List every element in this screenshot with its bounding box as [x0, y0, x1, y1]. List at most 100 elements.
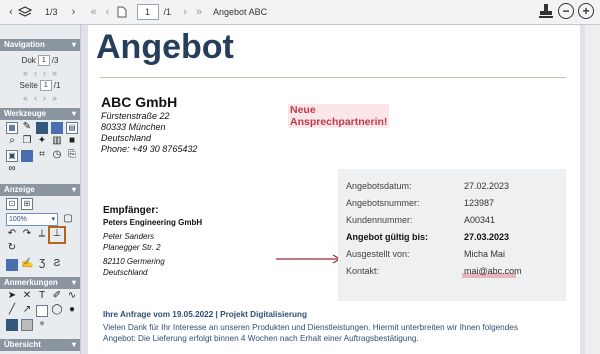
page-total: /1 — [163, 7, 172, 17]
vertical-scrollbar[interactable] — [585, 25, 600, 354]
annotation-arrow[interactable] — [276, 254, 342, 264]
fit-width-icon[interactable]: ⊞ — [21, 198, 33, 210]
last-page-small-icon[interactable]: » — [52, 92, 57, 104]
cursor-icon[interactable]: ➤ — [6, 291, 18, 303]
zoom-out-icon[interactable]: − — [558, 3, 574, 19]
select-icon[interactable]: ▣ — [6, 150, 18, 162]
text-icon[interactable]: T — [36, 291, 48, 303]
blank-slot — [66, 229, 78, 241]
fit-page-icon[interactable]: ⊡ — [6, 198, 18, 210]
annotation-note[interactable]: Neue Ansprechpartnerin! — [288, 104, 390, 128]
recipient-person: Peter Sanders — [103, 232, 155, 241]
table-icon[interactable]: ▤ — [66, 122, 78, 134]
close-icon[interactable]: ✕ — [21, 291, 33, 303]
rotate-left-icon[interactable]: ↶ — [6, 229, 18, 241]
info-label-contact: Kontakt: — [346, 266, 380, 276]
sidebar-page-total: /1 — [53, 81, 61, 90]
stamp-tool-icon[interactable]: ⊥ — [48, 226, 66, 244]
file-name: Angebot ABC — [213, 7, 268, 17]
line-icon[interactable]: ╱ — [6, 305, 18, 317]
sidebar-section-tools[interactable]: Werkzeuge — [0, 108, 80, 120]
prev-page-small-icon[interactable]: ‹ — [34, 92, 37, 104]
next-page-small-icon[interactable]: › — [43, 92, 46, 104]
next-page-icon[interactable]: › — [178, 3, 192, 21]
text-mode-icon[interactable]: Ʒ — [36, 259, 48, 271]
info-label-number: Angebotsnummer: — [346, 198, 420, 208]
info-label-valid: Angebot gültig bis: — [346, 232, 428, 242]
zoom-select[interactable]: 100% — [6, 213, 58, 226]
export-icon[interactable]: ⎘ — [66, 150, 78, 162]
rotate-right-icon[interactable]: ↷ — [21, 229, 33, 241]
first-page-icon[interactable]: « — [87, 3, 101, 21]
signature-mode-icon[interactable] — [6, 259, 18, 271]
sidebar-section-overview[interactable]: Übersicht — [0, 339, 80, 351]
zoom-in-icon[interactable]: + — [578, 3, 594, 19]
filled-rect-icon[interactable] — [6, 319, 18, 331]
crop-icon[interactable] — [21, 150, 33, 162]
sidebar-section-annotations[interactable]: Anmerkungen — [0, 277, 80, 289]
sidebar: Navigation Dok 1 /3 « ‹ › » Seite 1 /1 «… — [0, 25, 81, 354]
view-grid-bottom: ↶ ↷ ⟂ ⊥ ↻ — [0, 226, 80, 257]
image-icon[interactable] — [51, 122, 63, 134]
info-value-valid: 27.03.2023 — [464, 232, 510, 242]
gray-circle-icon[interactable]: ● — [36, 319, 48, 331]
chevron-left-icon[interactable]: ‹ — [4, 3, 18, 21]
history-icon[interactable]: ◷ — [51, 150, 63, 162]
recipient-country: Deutschland — [103, 268, 148, 277]
copy-icon[interactable]: ❐ — [21, 136, 33, 148]
stop-icon[interactable]: ■ — [66, 136, 78, 148]
gray-rect-icon[interactable] — [21, 319, 33, 331]
scan-icon[interactable]: ⌗ — [36, 150, 48, 162]
annotations-grid: ➤ ✕ T ✐ ∿ ╱ ↗ ◯ ● ● — [0, 289, 80, 333]
symbol-mode-icon[interactable]: Ƨ — [51, 259, 63, 271]
stack-icon[interactable] — [18, 3, 32, 21]
sidebar-section-navigation[interactable]: Navigation — [0, 39, 80, 51]
arrow-icon[interactable]: ↗ — [21, 305, 33, 317]
doc-input[interactable]: 1 — [37, 55, 50, 66]
pin-icon[interactable]: ✦ — [36, 136, 48, 148]
first-page-small-icon[interactable]: « — [23, 92, 28, 104]
doc-total: /3 — [51, 56, 59, 65]
sender-city: 80333 München — [101, 122, 166, 132]
pencil-icon[interactable]: ✎ — [21, 122, 33, 134]
link-icon[interactable]: ∞ — [6, 164, 18, 176]
info-value-contact: mai@abc.com — [464, 266, 522, 276]
info-value-issuer: Micha Mai — [464, 249, 506, 259]
last-page-icon[interactable]: » — [192, 3, 206, 21]
frame-icon[interactable]: ▥ — [51, 136, 63, 148]
sender-phone: Phone: +49 30 8765432 — [101, 144, 198, 154]
brush-icon[interactable]: ✐ — [51, 291, 63, 303]
recipient-heading: Empfänger: — [103, 205, 159, 216]
prev-doc-icon[interactable]: ‹ — [34, 67, 37, 79]
zoom-row: 100% ▢ — [0, 212, 80, 227]
rectangle-icon[interactable] — [36, 305, 48, 317]
body-line-2: Angebot: Die Lieferung erfolgt binnen 4 … — [103, 334, 419, 343]
sidebar-page-input[interactable]: 1 — [39, 80, 52, 91]
window-icon[interactable] — [36, 122, 48, 134]
page-arrows: « ‹ › » — [0, 92, 80, 104]
ellipse-icon[interactable]: ◯ — [51, 305, 63, 317]
subject-line: Ihre Anfrage vom 19.05.2022 | Projekt Di… — [103, 310, 308, 319]
sender-country: Deutschland — [101, 133, 152, 143]
toolbar-right-group: − + — [538, 3, 594, 19]
recipient-street: Planegger Str. 2 — [103, 243, 161, 252]
stamp-icon[interactable] — [538, 3, 554, 19]
next-doc-icon[interactable]: › — [43, 67, 46, 79]
curve-icon[interactable]: ∿ — [66, 291, 78, 303]
page-input[interactable]: 1 — [136, 4, 159, 20]
filled-circle-icon[interactable]: ● — [66, 305, 78, 317]
offer-info-box: Angebotsdatum: 27.02.2023 Angebotsnummer… — [338, 169, 566, 301]
ruler-icon[interactable]: ⟂ — [36, 229, 48, 241]
sidebar-section-view[interactable]: Anzeige — [0, 184, 80, 196]
prev-page-icon[interactable]: ‹ — [101, 3, 115, 21]
search-icon[interactable]: ⌕ — [6, 136, 18, 148]
chevron-right-icon[interactable]: › — [67, 3, 81, 21]
sender-street: Fürstenstraße 22 — [101, 111, 170, 121]
grid-icon[interactable]: ▦ — [6, 122, 18, 134]
edit-mode-icon[interactable]: ✍ — [21, 259, 33, 271]
refresh-icon[interactable]: ↻ — [6, 243, 18, 255]
zoom-page-icon[interactable]: ▢ — [62, 213, 74, 226]
note-line-2: Ansprechpartnerin! — [290, 116, 388, 128]
first-doc-icon[interactable]: « — [23, 67, 28, 79]
last-doc-icon[interactable]: » — [52, 67, 57, 79]
